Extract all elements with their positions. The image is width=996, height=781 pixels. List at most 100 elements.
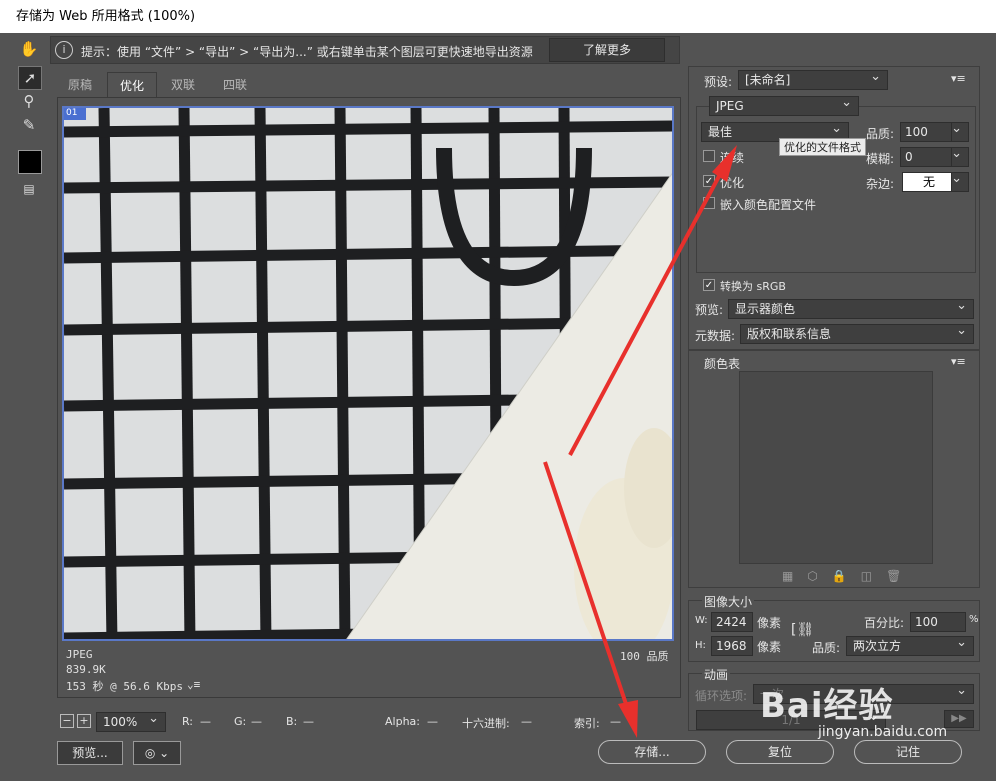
zoom-out-button[interactable]: −: [60, 714, 74, 728]
size-info: 839.9K: [66, 663, 106, 676]
height-label: H:: [695, 640, 706, 651]
preview-in-browser-button[interactable]: 预览...: [57, 741, 123, 765]
map-transparent-icon[interactable]: ▦: [782, 569, 807, 583]
width-unit: 像素: [757, 616, 782, 630]
convert-srgb-checkbox[interactable]: ✓: [703, 279, 715, 291]
loop-options-label: 循环选项:: [695, 689, 748, 703]
preset-menu-icon[interactable]: ▾≡: [951, 72, 966, 85]
eyedropper-color-swatch[interactable]: [18, 150, 42, 174]
height-unit: 像素: [757, 640, 782, 654]
convert-srgb-label: 转换为 sRGB: [720, 280, 786, 293]
blur-input[interactable]: 0: [900, 147, 952, 167]
last-frame-button[interactable]: ▶▶: [944, 710, 974, 728]
zoom-select[interactable]: 100%: [96, 710, 166, 732]
tab-4up[interactable]: 四联: [211, 72, 259, 98]
watermark-logo: Bai经验: [760, 686, 894, 726]
embed-profile-checkbox[interactable]: [703, 197, 715, 209]
resample-quality-label: 品质:: [812, 641, 841, 655]
watermark-url: jingyan.baidu.com: [818, 724, 948, 740]
format-info: JPEG: [66, 648, 93, 661]
matte-color-input[interactable]: 无: [902, 172, 952, 192]
hint-text: 提示：使用 “文件” > “导出” > “导出为...” 或右键单击某个图层可更…: [81, 45, 533, 59]
preset-select[interactable]: [未命名]: [738, 68, 888, 90]
preview-color-select[interactable]: 显示器颜色: [728, 297, 974, 319]
tab-optimized[interactable]: 优化: [107, 72, 157, 99]
b-label: B:: [286, 715, 298, 728]
color-table-actions: ▦⬡🔒◫🗑: [782, 569, 915, 583]
hex-value: —: [521, 715, 532, 728]
new-color-icon[interactable]: ◫: [861, 569, 886, 583]
format-tooltip: 优化的文件格式: [779, 138, 866, 156]
file-format-select[interactable]: JPEG: [709, 94, 859, 116]
zoom-in-button[interactable]: +: [77, 714, 91, 728]
alpha-value: —: [427, 715, 438, 728]
zoom-tool-icon[interactable]: ⚲: [18, 90, 40, 112]
browser-select-button[interactable]: ◎ ⌄: [133, 741, 181, 765]
preview-photo: [64, 108, 672, 639]
b-value: —: [303, 715, 314, 728]
matte-select[interactable]: [951, 170, 969, 192]
hex-label: 十六进制:: [462, 717, 510, 730]
browser-icon: ◎ ⌄: [144, 746, 170, 760]
constrain-proportions-icon[interactable]: [⛓: [791, 622, 814, 638]
progressive-checkbox[interactable]: [703, 150, 715, 162]
r-value: —: [200, 715, 211, 728]
blur-slider-toggle[interactable]: [951, 145, 969, 167]
info-icon: i: [55, 41, 73, 59]
g-value: —: [251, 715, 262, 728]
reset-button[interactable]: 复位: [726, 740, 834, 764]
learn-more-button[interactable]: 了解更多: [549, 38, 665, 62]
quality-input[interactable]: 100: [900, 122, 952, 142]
lock-color-icon[interactable]: 🔒: [832, 569, 861, 583]
width-input[interactable]: 2424: [711, 612, 753, 632]
matte-label: 杂边:: [866, 177, 895, 191]
toggle-slices-icon[interactable]: ▤: [18, 178, 40, 200]
color-table-swatches[interactable]: [739, 371, 933, 564]
tab-original[interactable]: 原稿: [57, 72, 103, 98]
download-time-info: 153 秒 @ 56.6 Kbps: [66, 680, 183, 693]
metadata-select[interactable]: 版权和联系信息: [740, 322, 974, 344]
web-snap-icon[interactable]: ⬡: [807, 569, 831, 583]
index-value: —: [610, 715, 621, 728]
optimized-label: 优化: [720, 176, 745, 190]
window-title: 存储为 Web 所用格式 (100%): [16, 9, 196, 24]
width-label: W:: [695, 615, 708, 626]
blur-label: 模糊:: [866, 152, 895, 166]
quality-label: 品质:: [866, 127, 895, 141]
slice-select-tool-icon[interactable]: ➚: [18, 66, 42, 90]
remember-button[interactable]: 记住: [854, 740, 962, 764]
alpha-label: Alpha:: [385, 715, 420, 728]
index-label: 索引:: [574, 717, 600, 730]
percent-unit: %: [969, 614, 979, 625]
quality-info: 100 品质: [620, 650, 669, 663]
progressive-label: 连续: [720, 151, 745, 165]
eyedropper-tool-icon[interactable]: ✎: [18, 114, 40, 136]
view-tabs: 原稿 优化 双联 四联: [57, 72, 681, 99]
metadata-label: 元数据:: [695, 329, 736, 343]
percent-label: 百分比:: [864, 616, 905, 630]
embed-profile-label: 嵌入颜色配置文件: [720, 198, 817, 212]
download-options-icon[interactable]: ⌄≡: [187, 678, 200, 691]
animation-title: 动画: [702, 666, 731, 683]
height-input[interactable]: 1968: [711, 636, 753, 656]
image-preview[interactable]: 01: [62, 106, 674, 641]
resample-quality-select[interactable]: 两次立方: [846, 634, 974, 656]
color-table-title: 颜色表: [704, 357, 741, 371]
optimized-checkbox[interactable]: ✓: [703, 175, 715, 187]
slice-badge: 01: [66, 108, 78, 118]
hint-bar: i 提示：使用 “文件” > “导出” > “导出为...” 或右键单击某个图层…: [50, 36, 680, 64]
percent-input[interactable]: 100: [910, 612, 966, 632]
delete-color-icon[interactable]: 🗑: [886, 569, 915, 583]
quality-slider-toggle[interactable]: [951, 120, 969, 142]
preview-label: 预览:: [695, 303, 724, 317]
window-title-bar: 存储为 Web 所用格式 (100%): [0, 0, 996, 33]
tab-2up[interactable]: 双联: [159, 72, 207, 98]
hand-tool-icon[interactable]: ✋: [18, 38, 40, 60]
color-table-menu-icon[interactable]: ▾≡: [951, 355, 966, 368]
save-button[interactable]: 存储...: [598, 740, 706, 764]
tool-palette: ✋ ➚ ⚲ ✎ ▤: [14, 36, 44, 206]
g-label: G:: [234, 715, 247, 728]
r-label: R:: [182, 715, 194, 728]
preset-label: 预设:: [704, 75, 733, 89]
image-size-title: 图像大小: [702, 593, 755, 610]
